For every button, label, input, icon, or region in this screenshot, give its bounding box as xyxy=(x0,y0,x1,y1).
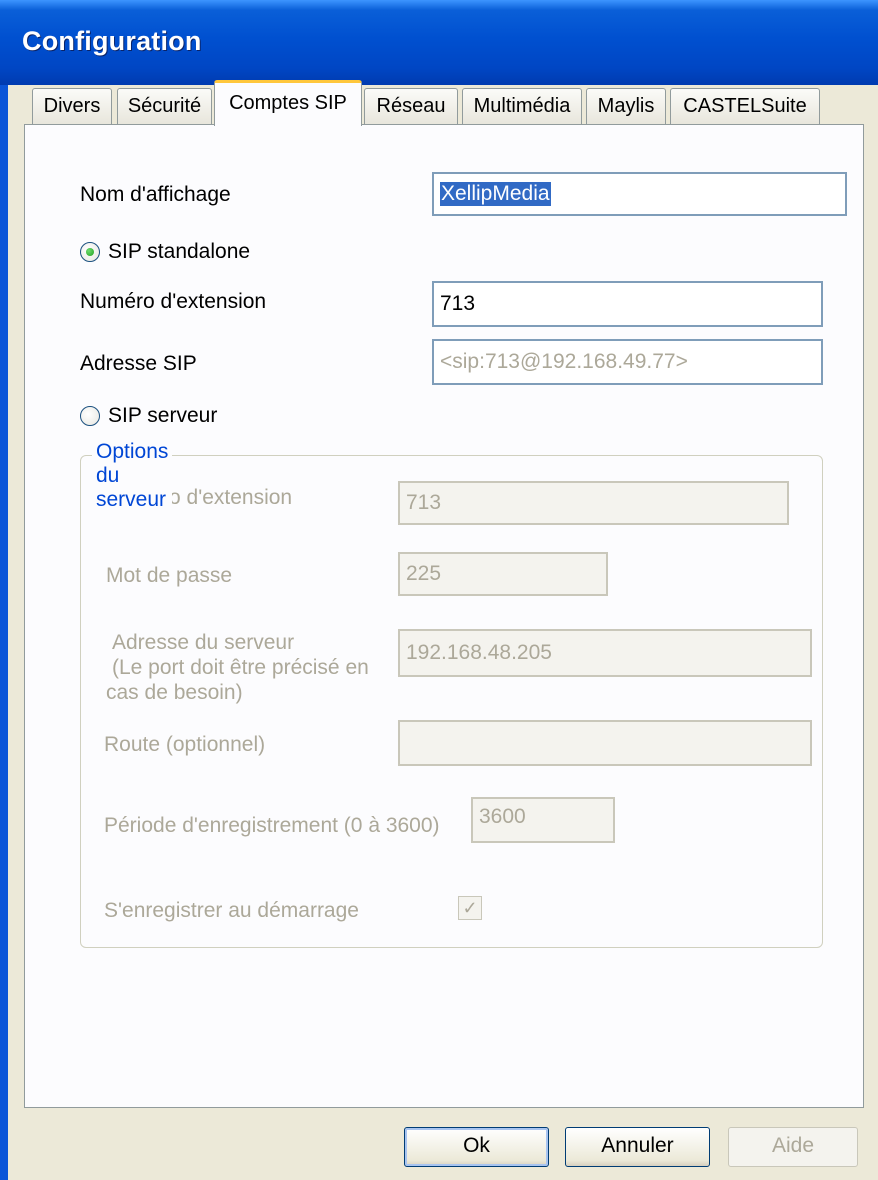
extension-input[interactable]: 713 xyxy=(432,281,823,327)
sip-server-label[interactable]: SIP serveur xyxy=(108,404,217,428)
tab-multimedia[interactable]: Multimédia xyxy=(462,88,582,124)
display-name-label: Nom d'affichage xyxy=(80,183,231,206)
registration-period-input[interactable]: 3600 xyxy=(471,797,615,843)
server-extension-input[interactable]: 713 xyxy=(398,481,789,525)
extension-label: Numéro d'extension xyxy=(80,290,267,313)
register-at-startup-label: S'enregistrer au démarrage xyxy=(104,899,359,922)
tab-reseau[interactable]: Réseau xyxy=(364,88,458,124)
sip-address-label: Adresse SIP xyxy=(80,352,197,375)
window-title: Configuration xyxy=(22,26,202,56)
sip-server-radio[interactable] xyxy=(80,406,100,426)
help-button[interactable]: Aide xyxy=(728,1127,858,1167)
tab-castelsuite[interactable]: CASTELSuite xyxy=(670,88,820,124)
cancel-button[interactable]: Annuler xyxy=(565,1127,710,1167)
server-address-input[interactable]: 192.168.48.205 xyxy=(398,629,812,677)
sip-standalone-radio[interactable] xyxy=(80,242,100,262)
server-address-label-line2: (Le port doit être précisé en xyxy=(112,656,369,679)
display-name-value: XellipMedia xyxy=(440,182,551,206)
route-input[interactable] xyxy=(398,720,812,766)
display-name-input[interactable]: XellipMedia xyxy=(432,172,847,216)
tab-securite[interactable]: Sécurité xyxy=(117,88,212,124)
radio-selected-dot xyxy=(86,248,94,256)
title-bar[interactable]: Configuration xyxy=(0,0,878,85)
password-input[interactable]: 225 xyxy=(398,552,608,596)
sip-standalone-label[interactable]: SIP standalone xyxy=(108,240,250,264)
sip-address-field[interactable]: <sip:713@192.168.49.77> xyxy=(432,339,823,385)
tab-maylis[interactable]: Maylis xyxy=(586,88,666,124)
server-address-label-line3: cas de besoin) xyxy=(106,681,243,704)
password-label: Mot de passe xyxy=(106,564,233,587)
tab-comptes-sip[interactable]: Comptes SIP xyxy=(214,80,362,126)
window-border xyxy=(0,85,8,1180)
route-label: Route (optionnel) xyxy=(104,733,266,756)
server-options-group-label: Options du serveur xyxy=(92,440,173,512)
server-address-label-line1: Adresse du serveur xyxy=(112,631,295,654)
ok-button[interactable]: Ok xyxy=(404,1127,549,1167)
register-at-startup-checkbox[interactable]: ✓ xyxy=(458,896,482,920)
tab-divers[interactable]: Divers xyxy=(32,88,112,124)
registration-period-label: Période d'enregistrement (0 à 3600) xyxy=(104,814,440,837)
